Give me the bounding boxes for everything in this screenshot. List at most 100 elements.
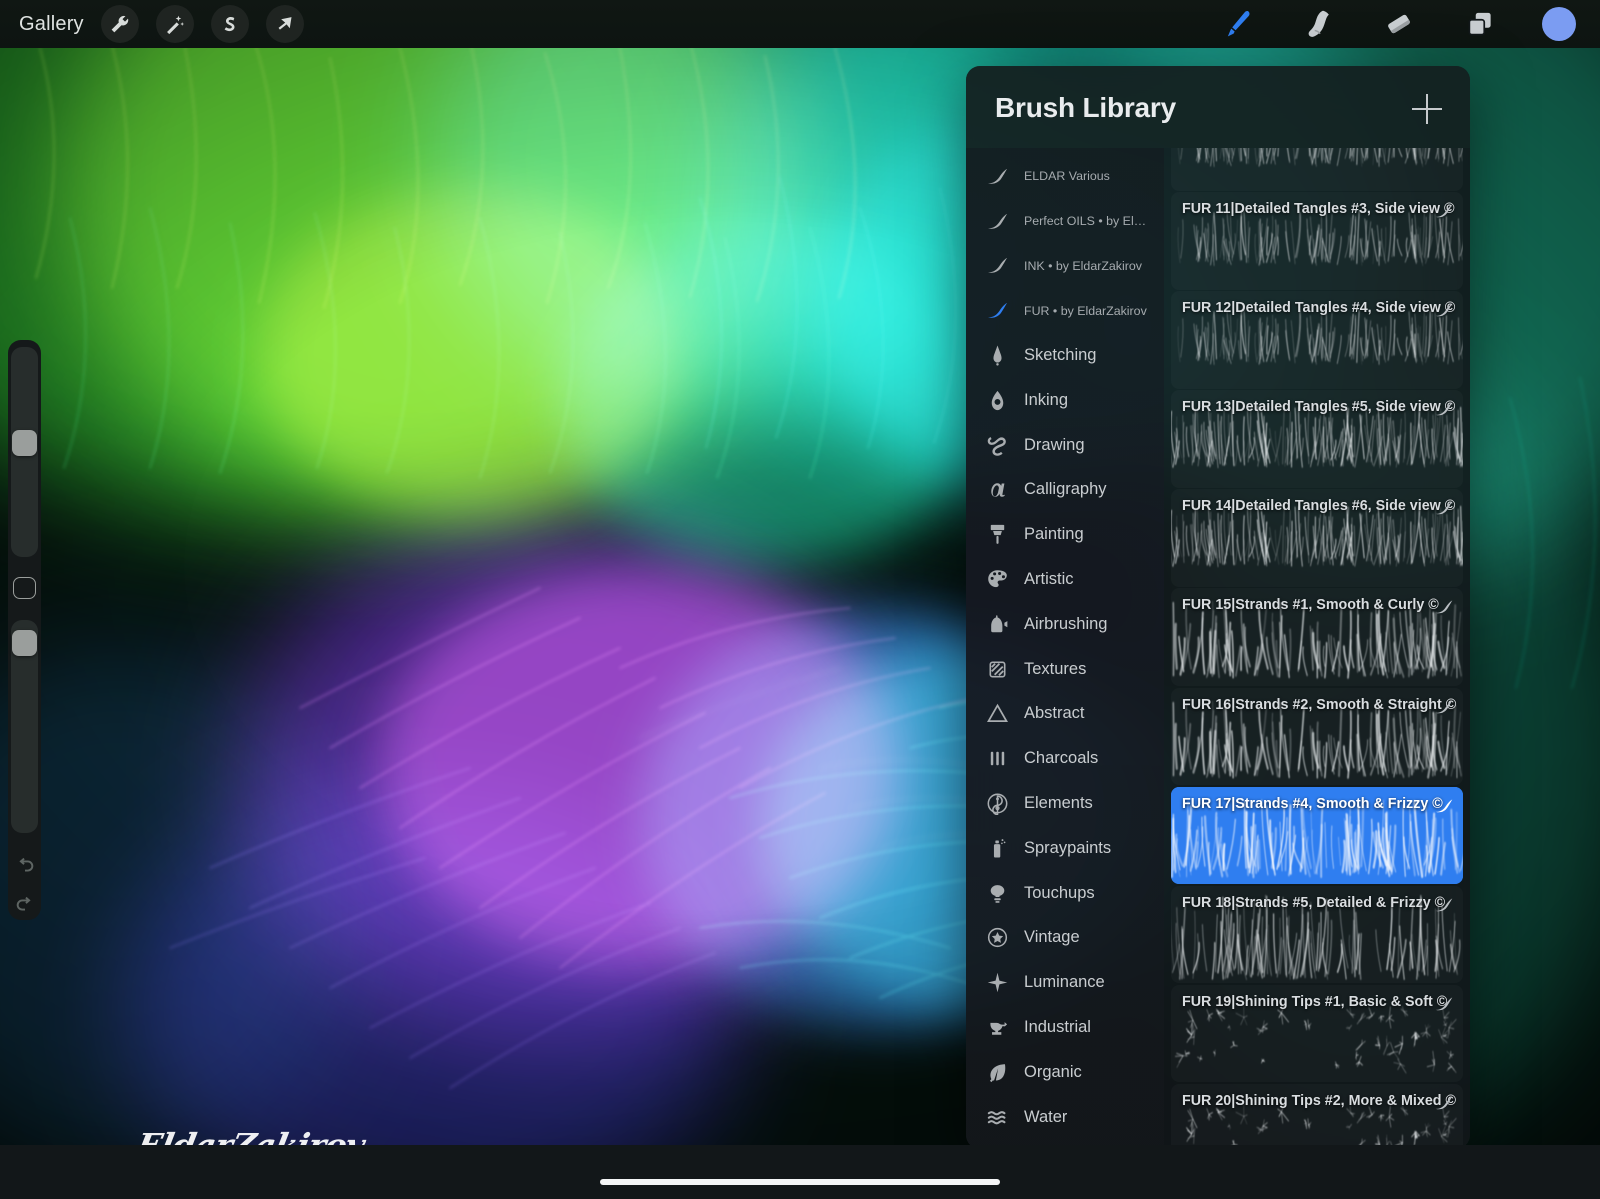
leaf-icon	[983, 1061, 1011, 1084]
brush-item[interactable]: FUR 16|Strands #2, Smooth & Straight ©	[1171, 688, 1463, 786]
brush-set-item-perfect-oils-by-eld[interactable]: Perfect OILS • by Eld…	[966, 199, 1164, 244]
brush-item-selected[interactable]: FUR 17|Strands #4, Smooth & Frizzy ©	[1171, 786, 1463, 885]
bottom-bar	[0, 1145, 1600, 1199]
brush-name-label: FUR 16|Strands #2, Smooth & Straight ©	[1182, 696, 1457, 713]
brush-set-label: Touchups	[1024, 883, 1095, 902]
actions-wrench-icon[interactable]	[100, 5, 139, 43]
brush-set-label: Charcoals	[1024, 749, 1099, 768]
brush-item[interactable]: FUR 15|Strands #1, Smooth & Curly ©	[1171, 588, 1463, 686]
brush-set-label: Inking	[1024, 390, 1069, 409]
brush-set-item-drawing[interactable]: Drawing	[966, 423, 1164, 468]
brush-list[interactable]: FUR 11|Detailed Tangles #3, Side view © …	[1164, 148, 1470, 1149]
panel-title: Brush Library	[995, 92, 1176, 123]
brush-set-item-airbrushing[interactable]: Airbrushing	[966, 602, 1164, 647]
add-brush-set-button[interactable]	[1412, 94, 1442, 124]
gallery-button[interactable]: Gallery	[19, 13, 84, 36]
brush-name-label: FUR 11|Detailed Tangles #3, Side view ©	[1182, 201, 1455, 218]
brush-set-label: Painting	[1024, 525, 1084, 544]
brush-item[interactable]: FUR 14|Detailed Tangles #6, Side view ©	[1171, 489, 1463, 587]
transform-arrow-icon[interactable]	[265, 5, 304, 43]
brush-item[interactable]: FUR 11|Detailed Tangles #3, Side view ©	[1171, 192, 1463, 290]
brush-set-item-abstract[interactable]: Abstract	[966, 692, 1164, 737]
yin-yang-icon	[983, 792, 1011, 816]
sparkle-icon	[983, 971, 1011, 994]
brush-stroke-icon	[1434, 399, 1454, 419]
brush-stroke-icon	[983, 254, 1011, 277]
brush-item[interactable]	[1171, 148, 1463, 191]
brush-item[interactable]: FUR 19|Shining Tips #1, Basic & Soft ©	[1171, 985, 1463, 1083]
brush-set-label: Industrial	[1024, 1018, 1091, 1037]
brush-stroke-icon	[983, 165, 1011, 188]
brush-set-item-sketching[interactable]: Sketching	[966, 333, 1164, 378]
brush-set-label: Elements	[1024, 794, 1093, 813]
home-indicator[interactable]	[600, 1179, 1000, 1185]
layers-icon[interactable]	[1461, 5, 1499, 43]
right-tool-group	[1218, 5, 1600, 43]
modify-button[interactable]	[13, 576, 36, 600]
selection-s-icon[interactable]	[210, 5, 249, 43]
brush-set-item-water[interactable]: Water	[966, 1095, 1164, 1140]
brush-scroll-container[interactable]: FUR 11|Detailed Tangles #3, Side view © …	[1171, 148, 1463, 1149]
brush-set-item-charcoals[interactable]: Charcoals	[966, 736, 1164, 781]
brush-stroke-icon	[1434, 498, 1454, 518]
undo-button[interactable]	[10, 851, 40, 881]
brush-name-label: FUR 15|Strands #1, Smooth & Curly ©	[1182, 597, 1439, 614]
brush-name-label: FUR 12|Detailed Tangles #4, Side view ©	[1182, 300, 1456, 317]
top-toolbar: Gallery	[0, 0, 1600, 48]
brush-set-item-elements[interactable]: Elements	[966, 781, 1164, 826]
paint-brush-flat-icon	[983, 523, 1011, 546]
brush-set-item-eldar-various[interactable]: ELDAR Various	[966, 154, 1164, 199]
brush-size-slider[interactable]	[11, 347, 38, 557]
brush-stroke-icon	[983, 210, 1011, 233]
brush-name-label: FUR 18|Strands #5, Detailed & Frizzy ©	[1182, 894, 1446, 911]
brush-library-body: ELDAR Various Perfect OILS • by Eld… INK •…	[966, 148, 1470, 1149]
brush-set-label: Airbrushing	[1024, 614, 1108, 633]
brush-set-label: Luminance	[1024, 973, 1105, 992]
opacity-slider[interactable]	[11, 620, 38, 833]
brush-set-label: Artistic	[1024, 570, 1074, 589]
brush-stroke-icon	[1434, 796, 1454, 816]
brush-name-label: FUR 13|Detailed Tangles #5, Side view ©	[1182, 399, 1456, 416]
smudge-icon[interactable]	[1299, 5, 1337, 43]
brush-set-item-artistic[interactable]: Artistic	[966, 557, 1164, 602]
brush-stroke-icon	[1434, 300, 1454, 320]
spray-can-icon	[983, 837, 1011, 860]
brush-set-label: Calligraphy	[1024, 480, 1107, 499]
brush-item[interactable]: FUR 20|Shining Tips #2, More & Mixed ©	[1171, 1084, 1463, 1149]
color-swatch-button[interactable]	[1542, 7, 1576, 41]
brush-item[interactable]: FUR 18|Strands #5, Detailed & Frizzy ©	[1171, 886, 1463, 984]
brush-set-item-fur-by-eldarzakirov[interactable]: FUR • by EldarZakirov	[966, 288, 1164, 333]
brush-set-item-organic[interactable]: Organic	[966, 1050, 1164, 1095]
brush-set-item-painting[interactable]: Painting	[966, 512, 1164, 557]
brush-set-label: INK • by EldarZakirov	[1024, 258, 1142, 273]
brush-set-item-textures[interactable]: Textures	[966, 647, 1164, 692]
anvil-icon	[983, 1016, 1011, 1039]
waves-icon	[983, 1106, 1011, 1129]
brush-set-item-spraypaints[interactable]: Spraypaints	[966, 826, 1164, 871]
eraser-icon[interactable]	[1380, 5, 1418, 43]
nib-icon	[983, 389, 1011, 412]
brush-stroke-icon	[1434, 994, 1454, 1014]
brush-item[interactable]: FUR 13|Detailed Tangles #5, Side view ©	[1171, 390, 1463, 488]
brush-set-item-touchups[interactable]: Touchups	[966, 871, 1164, 916]
brush-set-item-luminance[interactable]: Luminance	[966, 960, 1164, 1005]
brush-thumbnail	[1171, 148, 1463, 191]
brush-name-label: FUR 14|Detailed Tangles #6, Side view ©	[1182, 498, 1456, 515]
brush-set-item-ink-by-eldarzakirov[interactable]: INK • by EldarZakirov	[966, 244, 1164, 289]
brush-stroke-icon	[1434, 697, 1454, 717]
procreate-app: http:// EldarZakirov .com Artist • Illus…	[0, 0, 1600, 1199]
star-circle-icon	[983, 926, 1011, 949]
brush-set-list[interactable]: ELDAR Various Perfect OILS • by Eld… INK •…	[966, 148, 1164, 1149]
brush-size-handle[interactable]	[12, 429, 37, 456]
brush-library-panel: Brush Library ELDAR Various Perfect OILS …	[966, 66, 1470, 1149]
paint-brush-icon[interactable]	[1218, 5, 1256, 43]
opacity-handle[interactable]	[12, 629, 37, 656]
brush-set-item-industrial[interactable]: Industrial	[966, 1005, 1164, 1050]
brush-set-item-inking[interactable]: Inking	[966, 378, 1164, 423]
redo-button[interactable]	[10, 890, 40, 920]
brush-set-item-calligraphy[interactable]: Calligraphy	[966, 468, 1164, 513]
adjustments-wand-icon[interactable]	[155, 5, 194, 43]
brush-set-label: Sketching	[1024, 346, 1097, 365]
brush-item[interactable]: FUR 12|Detailed Tangles #4, Side view ©	[1171, 291, 1463, 389]
brush-set-item-vintage[interactable]: Vintage	[966, 916, 1164, 961]
